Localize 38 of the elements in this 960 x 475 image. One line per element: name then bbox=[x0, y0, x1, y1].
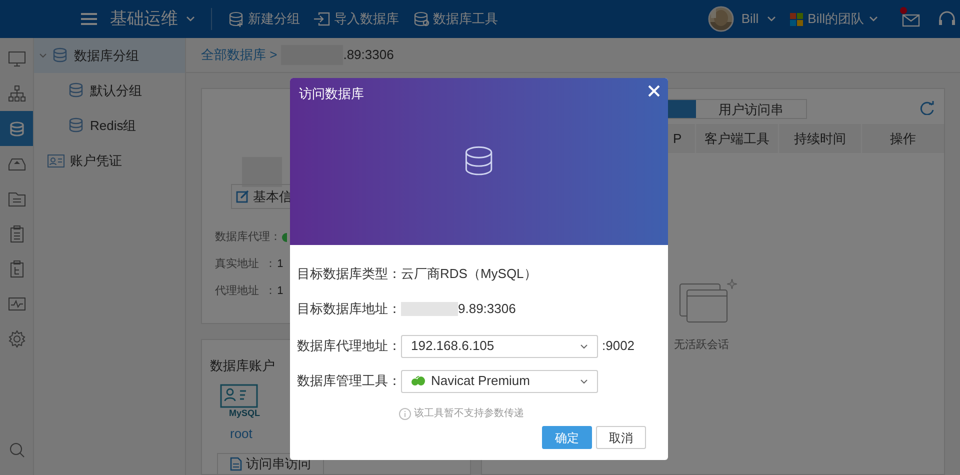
sidebar-item[interactable]: Redis组 bbox=[34, 108, 185, 143]
dialog-title: 访问数据库 bbox=[299, 85, 364, 103]
mysql-logo: MySQL bbox=[220, 384, 260, 418]
field-label: 目标数据库类型： bbox=[296, 265, 401, 284]
field-value: 1 bbox=[277, 284, 284, 299]
column-header: 客户端工具 bbox=[695, 124, 778, 153]
breadcrumb-link[interactable]: 全部数据库 > bbox=[201, 45, 278, 65]
card-title: 数据库账户 bbox=[210, 357, 275, 375]
team-menu[interactable]: Bill的团队 bbox=[790, 9, 878, 29]
module-dropdown[interactable]: 基础运维 bbox=[110, 6, 195, 32]
field-value: 云厂商RDS（MySQL） bbox=[401, 265, 537, 284]
hint-text: 该工具暂不支持参数传递 bbox=[414, 406, 524, 421]
cancel-button[interactable]: 取消 bbox=[596, 426, 646, 449]
field-label: 数据库代理： bbox=[215, 230, 281, 245]
field-label: 目标数据库地址： bbox=[296, 300, 401, 318]
account-link[interactable]: root bbox=[230, 424, 252, 444]
field-label: 数据库代理地址： bbox=[296, 337, 401, 356]
field-label: 代理地址 ： bbox=[215, 284, 276, 299]
sidebar-item[interactable]: 数据库分组 bbox=[34, 38, 185, 73]
empty-state-text: 无活跃会话 bbox=[674, 338, 729, 353]
user-menu[interactable]: Bill bbox=[741, 9, 776, 29]
field-label: 数据库管理工具： bbox=[296, 372, 401, 390]
field-label: 真实地址 ： bbox=[215, 256, 276, 272]
breadcrumb-current: .89:3306 bbox=[343, 46, 394, 64]
toolbar-button[interactable]: 导入数据库 bbox=[314, 9, 399, 29]
confirm-button[interactable]: 确定 bbox=[542, 426, 592, 449]
port-text: :9002 bbox=[602, 337, 635, 356]
toolbar-button[interactable]: 数据库工具 bbox=[413, 9, 498, 29]
field-value: 9.89:3306 bbox=[458, 300, 516, 318]
select-field[interactable]: Navicat Premium bbox=[401, 370, 598, 392]
toolbar-button[interactable]: 新建分组 bbox=[228, 9, 300, 29]
sidebar-item[interactable]: 默认分组 bbox=[34, 73, 185, 108]
sidebar-item[interactable]: 账户凭证 bbox=[34, 143, 185, 178]
column-header: 操作 bbox=[861, 124, 944, 153]
column-header: 持续时间 bbox=[778, 124, 861, 153]
field-value: 1 bbox=[277, 257, 284, 272]
column-header: P bbox=[672, 130, 683, 148]
select-field[interactable]: 192.168.6.105 bbox=[401, 334, 598, 358]
